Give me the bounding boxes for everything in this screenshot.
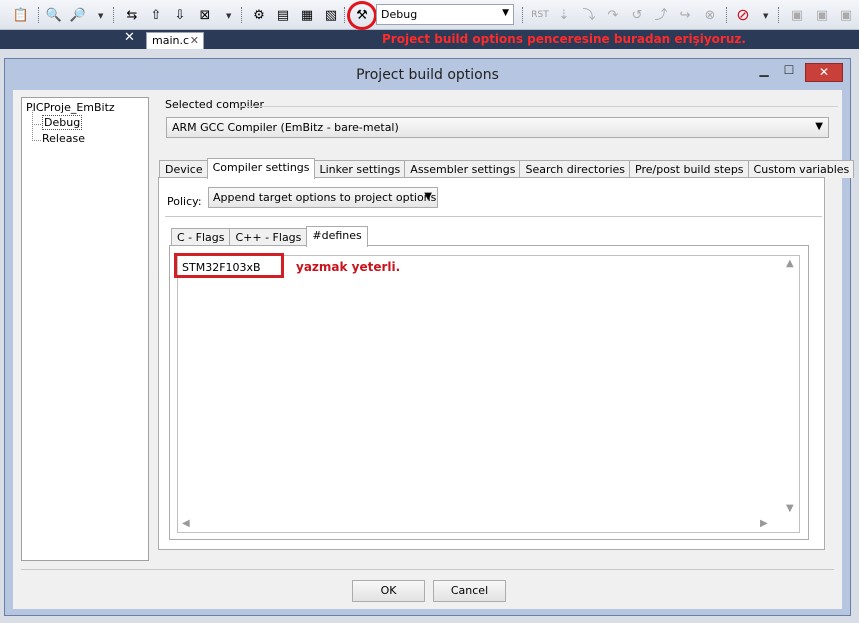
step-out-icon[interactable]: ⤴ — [652, 6, 670, 24]
toolbar-separator — [726, 7, 728, 23]
step-instruction-icon[interactable]: ↺ — [628, 6, 646, 24]
defines-annotation: yazmak yeterli. — [296, 260, 401, 274]
tree-item-label: Release — [42, 132, 85, 145]
policy-value: Append target options to project options — [213, 191, 437, 204]
step-into-icon[interactable]: ⤵ — [580, 6, 598, 24]
dialog-titlebar[interactable]: Project build options ▁ ☐ ✕ — [5, 59, 850, 90]
tab-assembler-settings[interactable]: Assembler settings — [404, 160, 521, 178]
tab-cpp-flags[interactable]: C++ - Flags — [229, 228, 308, 246]
tab-c-flags[interactable]: C - Flags — [171, 228, 231, 246]
toolbar-separator — [522, 7, 524, 23]
dialog-client: PICProje_EmBitz Debug Release Selected c… — [13, 90, 855, 609]
compiler-value: ARM GCC Compiler (EmBitz - bare-metal) — [172, 121, 399, 134]
abort-debug-icon[interactable]: ⊗ — [701, 6, 719, 24]
debug-start-icon[interactable]: ⇣ — [555, 6, 573, 24]
maximize-icon[interactable]: ☐ — [778, 63, 800, 82]
policy-select[interactable]: Append target options to project options… — [208, 187, 438, 208]
tab-linker-settings[interactable]: Linker settings — [313, 160, 406, 178]
close-icon[interactable]: ✕ — [805, 63, 843, 82]
tab-defines[interactable]: #defines — [306, 226, 368, 247]
vertical-scrollbar[interactable]: ▲ ▼ — [782, 256, 799, 518]
toolbar-annotation: Project build options penceresine burada… — [382, 32, 746, 46]
step-over-icon[interactable]: ↷ — [604, 6, 622, 24]
toolbar-dropdown-icon[interactable]: ▼ — [98, 12, 103, 20]
defines-panel: STM32F103xB yazmak yeterli. ▲ ▼ ◀ ▶ — [169, 245, 809, 540]
annotation-box — [174, 253, 284, 278]
bookmark-down-icon[interactable]: ⇩ — [171, 6, 189, 24]
toolbar-separator — [38, 7, 40, 23]
compile-file-icon[interactable]: ▤ — [274, 6, 292, 24]
build-options-dialog: Project build options ▁ ☐ ✕ PICProje_EmB… — [4, 58, 855, 616]
tab-compiler-settings[interactable]: Compiler settings — [206, 158, 315, 179]
build-target-select[interactable]: Debug ▼ — [376, 4, 514, 25]
build-icon[interactable]: ⚙ — [250, 6, 268, 24]
chevron-down-icon: ▼ — [424, 191, 432, 202]
toolbar-separator — [241, 7, 243, 23]
horizontal-scrollbar[interactable]: ◀ ▶ — [178, 516, 801, 532]
defines-editor[interactable]: STM32F103xB yazmak yeterli. ▲ ▼ ◀ ▶ — [174, 253, 801, 533]
toolbar-dropdown-icon[interactable]: ▼ — [763, 12, 768, 20]
dialog-title: Project build options — [356, 67, 499, 83]
tab-close-icon[interactable]: ✕ — [190, 34, 199, 47]
scroll-down-icon[interactable]: ▼ — [786, 503, 794, 514]
tab-device[interactable]: Device — [159, 160, 208, 178]
toolbar-separator — [113, 7, 115, 23]
build-target-value: Debug — [381, 8, 418, 21]
settings-tabs: Device Compiler settings Linker settings… — [159, 158, 855, 179]
toolbar-dropdown-icon[interactable]: ▼ — [226, 12, 231, 20]
scroll-left-icon[interactable]: ◀ — [182, 518, 190, 529]
bookmark-up-icon[interactable]: ⇧ — [147, 6, 165, 24]
paste-icon[interactable]: 📋 — [12, 6, 30, 24]
replace-icon[interactable]: 🔎 — [69, 6, 87, 24]
stop-icon[interactable]: ⊘ — [734, 6, 752, 24]
tree-item-label: Debug — [42, 115, 83, 130]
scroll-right-icon[interactable]: ▶ — [760, 518, 768, 529]
toolbar-separator — [778, 7, 780, 23]
selected-compiler-label: Selected compiler — [165, 98, 265, 111]
target-tree: PICProje_EmBitz Debug Release — [21, 97, 149, 561]
cancel-button[interactable]: Cancel — [433, 580, 506, 602]
tab-pre-post-build-steps[interactable]: Pre/post build steps — [629, 160, 749, 178]
bookmark-clear-icon[interactable]: ⊠ — [196, 6, 214, 24]
tab-search-directories[interactable]: Search directories — [519, 160, 631, 178]
tree-item-project[interactable]: PICProje_EmBitz — [26, 101, 148, 116]
flags-tabs: C - Flags C++ - Flags #defines — [171, 226, 368, 247]
tree-item-debug[interactable]: Debug — [26, 110, 148, 132]
scroll-up-icon[interactable]: ▲ — [786, 258, 794, 269]
jump-icon[interactable]: ⇆ — [123, 6, 141, 24]
group-divider — [239, 106, 838, 107]
run-to-cursor-icon[interactable]: ↪ — [676, 6, 694, 24]
button-divider — [21, 569, 834, 570]
tree-item-release[interactable]: Release — [26, 126, 148, 148]
ide-toolbar: 📋 🔍 🔎 ▼ ⇆ ⇧ ⇩ ⊠ ▼ ⚙ ▤ ▦ ▧ ⚒ Debug ▼ RST … — [0, 0, 859, 30]
ok-button[interactable]: OK — [352, 580, 425, 602]
find-icon[interactable]: 🔍 — [45, 6, 63, 24]
chevron-down-icon: ▼ — [815, 121, 823, 132]
close-icon[interactable]: ✕ — [124, 30, 135, 45]
compiler-select[interactable]: ARM GCC Compiler (EmBitz - bare-metal) ▼ — [166, 117, 829, 138]
annotation-circle — [347, 1, 377, 30]
compiler-settings-panel: Policy: Append target options to project… — [158, 177, 825, 550]
reset-icon[interactable]: RST — [531, 6, 549, 24]
chevron-down-icon: ▼ — [502, 8, 509, 18]
window-icon[interactable]: ▣ — [788, 6, 806, 24]
panel-divider — [165, 216, 822, 217]
rebuild-icon[interactable]: ▦ — [298, 6, 316, 24]
stop-build-icon[interactable]: ▧ — [322, 6, 340, 24]
editor-tab-label: main.c — [152, 34, 190, 47]
tab-custom-variables[interactable]: Custom variables — [747, 160, 855, 178]
editor-tab-main[interactable]: main.c ✕ — [146, 32, 204, 49]
policy-label: Policy: — [167, 195, 202, 208]
minimize-icon[interactable]: ▁ — [753, 63, 775, 82]
window-icon[interactable]: ▣ — [813, 6, 831, 24]
toolbar-separator — [344, 7, 346, 23]
window-icon[interactable]: ▣ — [837, 6, 855, 24]
